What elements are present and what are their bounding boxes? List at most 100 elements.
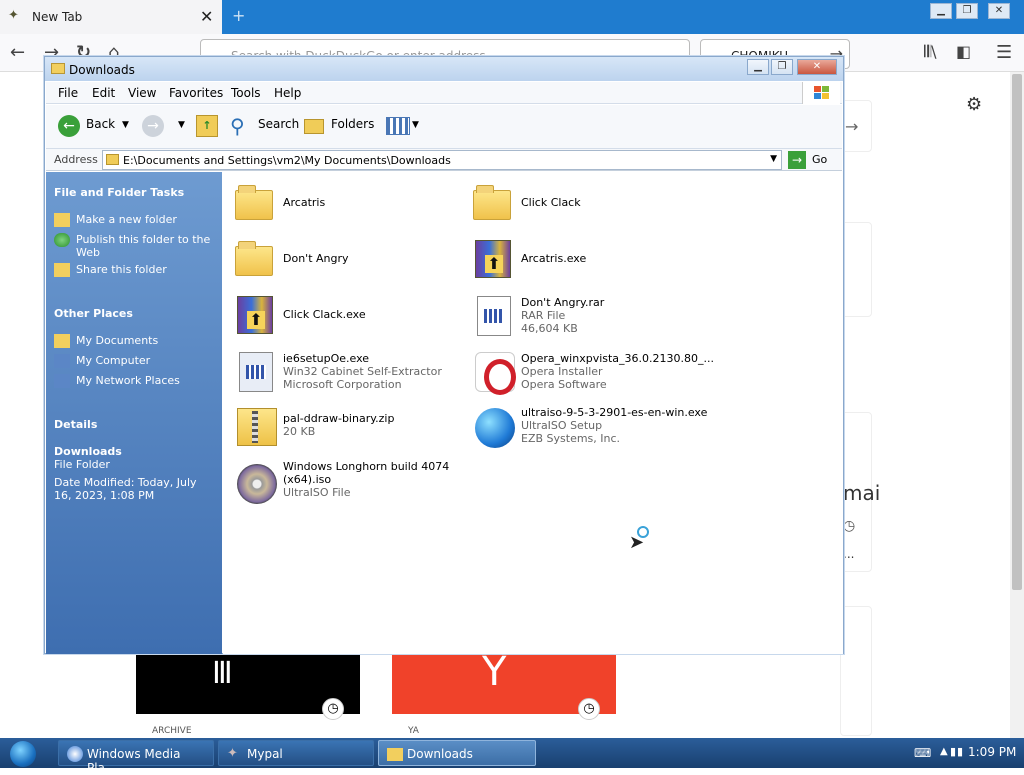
views-dropdown-icon[interactable]: ▼ [412, 120, 419, 130]
media-player-icon [67, 746, 83, 762]
explorer-menu-bar: File Edit View Favorites Tools Help [46, 82, 842, 104]
menu-edit[interactable]: Edit [92, 86, 115, 100]
folder-up-icon[interactable]: ↑ [196, 115, 218, 137]
place-my-documents[interactable]: My Documents [76, 334, 158, 347]
search-button[interactable]: Search [258, 117, 299, 131]
file-name: Opera_winxpvista_36.0.2130.80_... [521, 352, 715, 365]
place-my-computer[interactable]: My Computer [76, 354, 150, 367]
new-tab-button[interactable]: + [232, 6, 245, 25]
file-item[interactable]: pal-ddraw-binary.zip 20 KB [227, 400, 457, 452]
folders-button[interactable]: Folders [331, 117, 374, 131]
tile-edge[interactable] [840, 222, 872, 317]
tray-expand-icon[interactable]: ▲ [940, 746, 948, 757]
search-card-edge: → [840, 100, 872, 152]
browser-restore-button[interactable]: ❐ [956, 3, 978, 19]
folder-icon [387, 748, 403, 761]
page-scrollbar-thumb[interactable] [1012, 74, 1022, 590]
search-icon[interactable]: ⚲ [230, 114, 245, 138]
back-dropdown-icon[interactable]: ▼ [122, 120, 129, 130]
taskbar-item-mypal[interactable]: ✦ Mypal [218, 740, 374, 766]
folder-icon [106, 154, 119, 165]
sidebar-icon[interactable]: ◧ [956, 42, 971, 61]
start-button-icon[interactable] [10, 741, 36, 767]
browser-close-button[interactable]: ✕ [988, 3, 1010, 19]
file-type: UltraISO File [283, 486, 351, 499]
tile-partial-text: mai [843, 481, 881, 505]
details-heading[interactable]: Details [54, 418, 97, 431]
file-name: Windows Longhorn build 4074 (x64).iso [283, 460, 450, 486]
publish-web-icon [54, 233, 70, 247]
search-arrow-icon[interactable]: → [845, 117, 858, 136]
file-item[interactable]: Don't Angry.rar RAR File 46,604 KB [465, 288, 695, 340]
explorer-window: Downloads ▁ ❐ ✕ File Edit View Favorites… [44, 56, 844, 654]
taskbar-item-downloads[interactable]: Downloads [378, 740, 536, 766]
library-icon[interactable]: 𝄃𝄃\ [924, 42, 937, 62]
file-name: Don't Angry [283, 252, 349, 265]
explorer-title-bar[interactable]: Downloads ▁ ❐ ✕ [45, 57, 843, 81]
file-item[interactable]: Opera_winxpvista_36.0.2130.80_... Opera … [465, 344, 714, 396]
go-arrow-icon[interactable]: → [788, 151, 806, 169]
file-item[interactable]: Click Clack [465, 176, 695, 228]
file-name: Arcatris.exe [521, 252, 587, 265]
back-button[interactable]: Back [86, 117, 115, 131]
explorer-close-button[interactable]: ✕ [797, 59, 837, 75]
ya-tile-image[interactable]: Y ◷ [392, 650, 616, 720]
file-size: 20 KB [283, 425, 316, 438]
file-item[interactable]: Arcatris [227, 176, 457, 228]
task-publish[interactable]: Publish this folder to the Web [76, 233, 216, 259]
file-item[interactable]: ultraiso-9-5-3-2901-es-en-win.exe UltraI… [465, 400, 707, 452]
task-pane: File and Folder Tasks Make a new folder … [46, 172, 222, 654]
menu-file[interactable]: File [58, 86, 78, 100]
browser-tab-bar: ✦ New Tab ✕ + ▁ ❐ ✕ [0, 0, 1024, 34]
menu-favorites[interactable]: Favorites [169, 86, 223, 100]
file-item[interactable]: ie6setupOe.exe Win32 Cabinet Self-Extrac… [227, 344, 457, 396]
tile-label: YA [408, 726, 419, 736]
file-item[interactable]: Don't Angry [227, 232, 457, 284]
other-places-heading[interactable]: Other Places [54, 307, 133, 320]
folders-icon[interactable] [304, 119, 324, 134]
back-arrow-icon[interactable]: ← [10, 42, 25, 63]
explorer-maximize-button[interactable]: ❐ [771, 59, 793, 75]
setup-exe-icon [231, 348, 277, 392]
tile-edge-2[interactable]: mai ◷ ... [840, 412, 880, 572]
archive-tile-image[interactable]: Ⅲ ◷ [136, 650, 360, 720]
winrar-exe-icon [469, 236, 515, 280]
file-item[interactable]: Windows Longhorn build 4074 (x64).iso Ul… [227, 456, 457, 508]
tile-edge-3[interactable] [840, 606, 872, 736]
file-type: RAR File [521, 309, 566, 322]
address-value: E:\Documents and Settings\vm2\My Documen… [123, 154, 451, 167]
address-dropdown-icon[interactable]: ▼ [770, 154, 777, 164]
explorer-minimize-button[interactable]: ▁ [747, 59, 769, 75]
forward-icon[interactable]: → [142, 115, 164, 137]
task-share[interactable]: Share this folder [76, 263, 167, 276]
file-company: Microsoft Corporation [283, 378, 402, 391]
forward-dropdown-icon[interactable]: ▼ [178, 120, 185, 130]
gear-icon[interactable]: ⚙ [966, 94, 982, 115]
task-make-folder[interactable]: Make a new folder [76, 213, 177, 226]
file-name: Don't Angry.rar [521, 296, 605, 309]
menu-tools[interactable]: Tools [231, 86, 261, 100]
file-company: EZB Systems, Inc. [521, 432, 621, 445]
menu-view[interactable]: View [128, 86, 156, 100]
menu-icon[interactable]: ☰ [996, 42, 1012, 63]
file-item[interactable]: Click Clack.exe [227, 288, 457, 340]
back-icon[interactable]: ← [58, 115, 80, 137]
menu-help[interactable]: Help [274, 86, 301, 100]
keyboard-icon[interactable]: ⌨ [914, 746, 931, 760]
tab-title: New Tab [32, 10, 83, 24]
mypal-icon: ✦ [227, 746, 238, 761]
place-network[interactable]: My Network Places [76, 374, 180, 387]
file-item[interactable]: Arcatris.exe [465, 232, 695, 284]
tasks-heading[interactable]: File and Folder Tasks [54, 186, 184, 199]
browser-tab[interactable]: ✦ New Tab ✕ [0, 0, 222, 34]
taskbar-item-wmp[interactable]: Windows Media Pla... [58, 740, 214, 775]
folder-icon [469, 180, 515, 224]
network-icon[interactable]: ▮▮ [950, 745, 964, 758]
go-button[interactable]: Go [812, 153, 827, 166]
taskbar-clock[interactable]: 1:09 PM [968, 745, 1016, 759]
file-type: Opera Installer [521, 365, 603, 378]
views-icon[interactable] [386, 117, 410, 135]
browser-minimize-button[interactable]: ▁ [930, 3, 952, 19]
address-field[interactable]: E:\Documents and Settings\vm2\My Documen… [102, 150, 782, 170]
tab-close-icon[interactable]: ✕ [200, 7, 213, 26]
